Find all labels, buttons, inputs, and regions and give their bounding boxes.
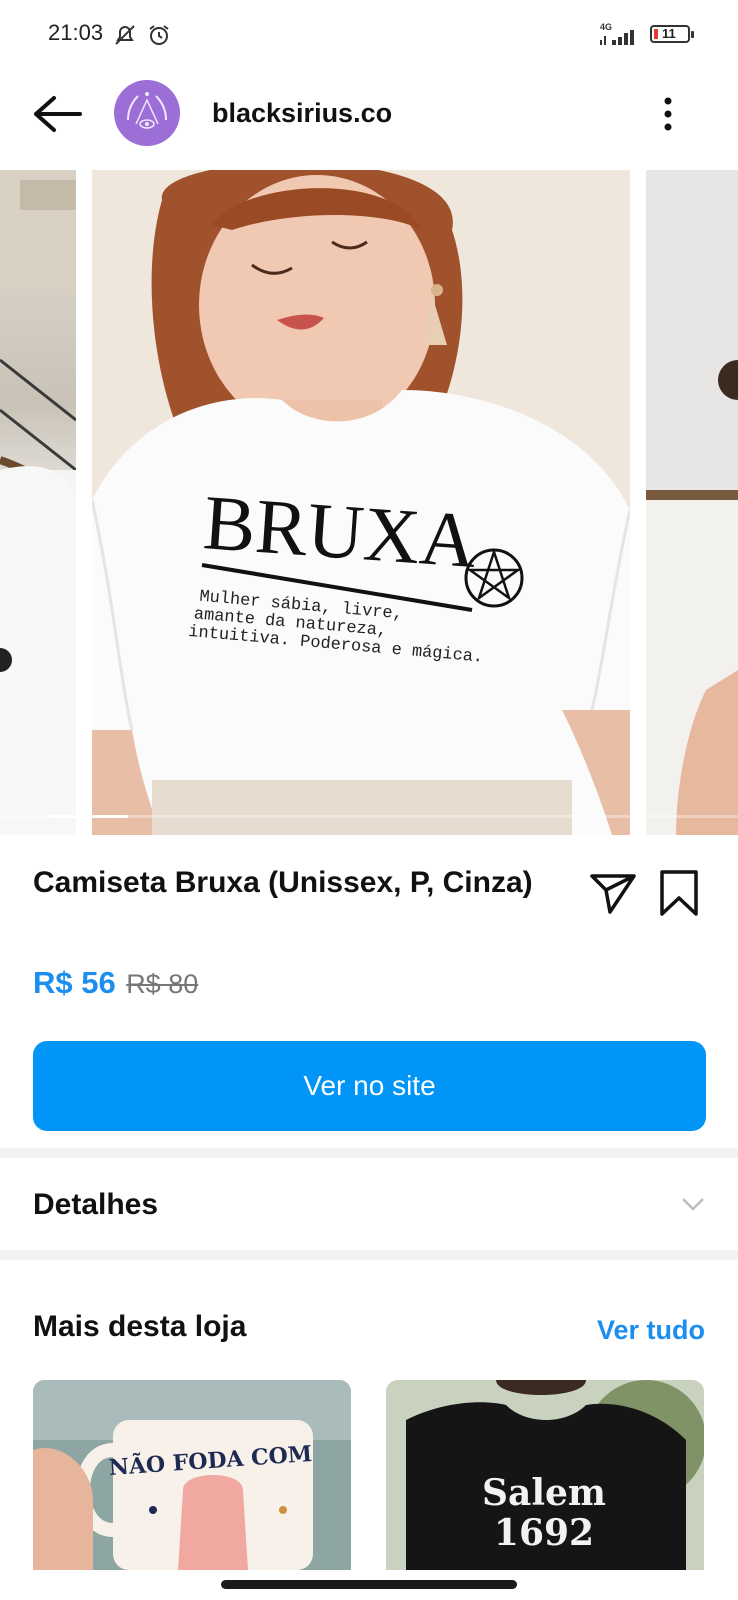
carousel-main-slide[interactable]: BRUXA Mulher sábia, livre, amante da nat… xyxy=(92,170,630,835)
more-vertical-icon[interactable] xyxy=(656,92,680,136)
details-accordion[interactable]: Detalhes xyxy=(0,1160,738,1250)
palmistry-hands-logo-icon xyxy=(127,92,167,129)
home-indicator[interactable] xyxy=(221,1580,517,1589)
details-label: Detalhes xyxy=(33,1188,159,1221)
product-title: Camiseta Bruxa (Unissex, P, Cinza) xyxy=(33,866,533,899)
share-icon[interactable] xyxy=(588,870,638,916)
alarm-icon xyxy=(146,22,172,53)
product-header: blacksirius.co xyxy=(0,78,738,150)
shop-handle[interactable]: blacksirius.co xyxy=(212,98,392,129)
battery-icon: 11 xyxy=(650,25,694,43)
chevron-down-icon xyxy=(680,1194,706,1214)
arrow-left-icon[interactable] xyxy=(30,92,84,136)
product-old-price: R$ 80 xyxy=(126,969,199,999)
mute-notifications-icon xyxy=(112,22,138,53)
carousel-indicator-active xyxy=(92,815,128,818)
card-2-text-line1: Salem xyxy=(482,1472,606,1514)
carousel-indicator xyxy=(48,815,76,818)
more-from-shop-title: Mais desta loja xyxy=(33,1310,247,1343)
bookmark-icon[interactable] xyxy=(656,868,702,918)
product-image-carousel[interactable]: BRUXA Mulher sábia, livre, amante da nat… xyxy=(0,170,738,835)
avatar[interactable] xyxy=(114,80,180,146)
status-bar: 21:03 4G 11 xyxy=(0,0,738,70)
product-card[interactable]: Salem 1692 xyxy=(386,1380,704,1570)
battery-level: 11 xyxy=(662,26,676,41)
divider xyxy=(0,1148,738,1158)
signal-icon xyxy=(600,30,640,51)
product-price: R$ 56 xyxy=(33,965,116,1000)
card-2-text-line2: 1692 xyxy=(494,1512,594,1554)
carousel-next-slide[interactable] xyxy=(646,170,738,835)
carousel-previous-slide[interactable] xyxy=(0,170,76,835)
view-on-site-button[interactable]: Ver no site xyxy=(33,1041,706,1131)
product-card[interactable]: NÃO FODA COM xyxy=(33,1380,351,1570)
price-row: R$ 56 R$ 80 xyxy=(33,965,198,1005)
carousel-progress xyxy=(0,815,738,818)
see-all-link[interactable]: Ver tudo xyxy=(597,1315,705,1346)
status-time: 21:03 xyxy=(48,20,104,45)
divider xyxy=(0,1250,738,1260)
